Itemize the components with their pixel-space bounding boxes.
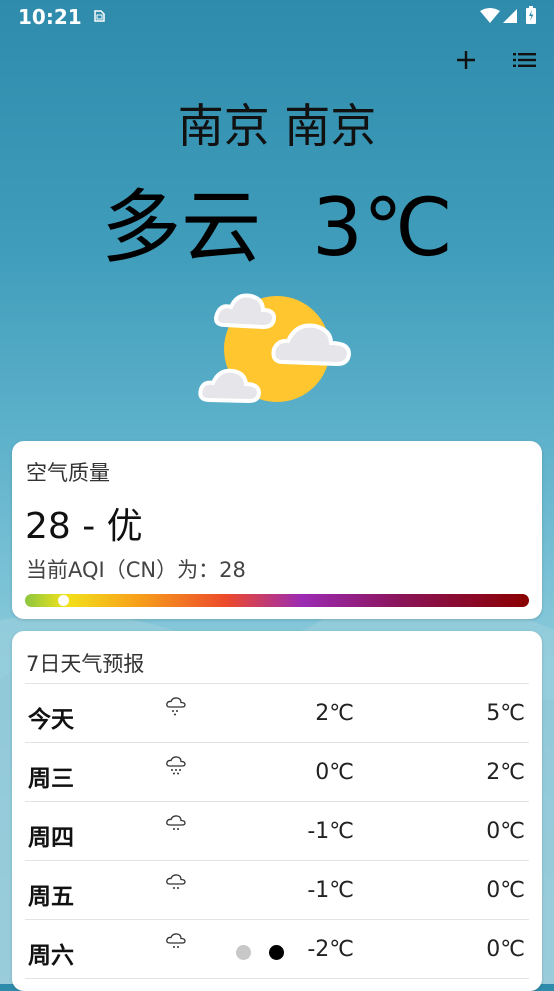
forecast-low: 0℃ <box>315 760 354 785</box>
aqi-indicator <box>58 595 70 606</box>
current-weather: 多云 3℃ <box>0 163 554 279</box>
city-name: 南京 南京 <box>177 99 377 153</box>
page-dot[interactable] <box>236 945 251 960</box>
sim-card-icon <box>92 8 106 27</box>
forecast-row: 周五 -1℃ 0℃ <box>25 861 529 920</box>
page-indicator <box>236 942 302 961</box>
aqi-value-text: 28 - 优 <box>25 506 143 547</box>
add-city-button[interactable] <box>450 44 482 76</box>
status-time: 10:21 <box>18 5 82 29</box>
page-dot[interactable] <box>269 945 284 960</box>
aqi-scale-bar <box>25 594 529 607</box>
forecast-row: 今天 2℃ 5℃ <box>25 684 529 743</box>
forecast-row: 周六 -2℃ 0℃ <box>25 920 529 979</box>
forecast-day: 今天 <box>28 707 74 733</box>
current-temperature: 3℃ <box>312 181 453 274</box>
forecast-low: 2℃ <box>315 701 354 726</box>
list-icon <box>513 53 536 67</box>
forecast-low: -2℃ <box>307 937 354 962</box>
forecast-high: 2℃ <box>486 760 525 785</box>
snow-cloud-icon <box>164 754 188 782</box>
forecast-row: 周四 -1℃ 0℃ <box>25 802 529 861</box>
city-list-button[interactable] <box>509 44 541 76</box>
battery-icon <box>526 6 536 28</box>
wifi-icon <box>480 8 500 28</box>
forecast-title: 7日天气预报 <box>26 652 145 676</box>
air-quality-title: 空气质量 <box>26 461 110 485</box>
plus-icon <box>457 51 475 69</box>
status-bar: 10:21 <box>0 0 554 34</box>
forecast-row: 周三 0℃ 2℃ <box>25 743 529 802</box>
forecast-high: 0℃ <box>486 878 525 903</box>
forecast-card: 7日天气预报 今天 2℃ 5℃ 周三 0℃ 2℃ 周四 -1℃ 0℃ 周五 -1… <box>12 631 542 991</box>
aqi-description: 当前AQI（CN）为：28 <box>26 558 246 582</box>
forecast-day: 周六 <box>28 943 74 969</box>
forecast-list: 今天 2℃ 5℃ 周三 0℃ 2℃ 周四 -1℃ 0℃ 周五 -1℃ 0℃ 周六… <box>25 683 529 979</box>
forecast-day: 周四 <box>28 825 74 851</box>
snow-cloud-icon <box>164 872 188 900</box>
forecast-high: 0℃ <box>486 937 525 962</box>
partly-cloudy-icon <box>195 285 360 414</box>
forecast-high: 5℃ <box>486 701 525 726</box>
forecast-day: 周三 <box>28 766 74 792</box>
forecast-low: -1℃ <box>307 819 354 844</box>
forecast-day: 周五 <box>28 884 74 910</box>
snow-cloud-icon <box>164 813 188 841</box>
signal-icon <box>503 8 517 28</box>
air-quality-card: 空气质量 28 - 优 当前AQI（CN）为：28 <box>12 441 542 619</box>
forecast-low: -1℃ <box>307 878 354 903</box>
current-condition: 多云 <box>101 181 262 274</box>
snow-cloud-icon <box>164 931 188 959</box>
snow-cloud-icon <box>164 695 188 723</box>
forecast-high: 0℃ <box>486 819 525 844</box>
